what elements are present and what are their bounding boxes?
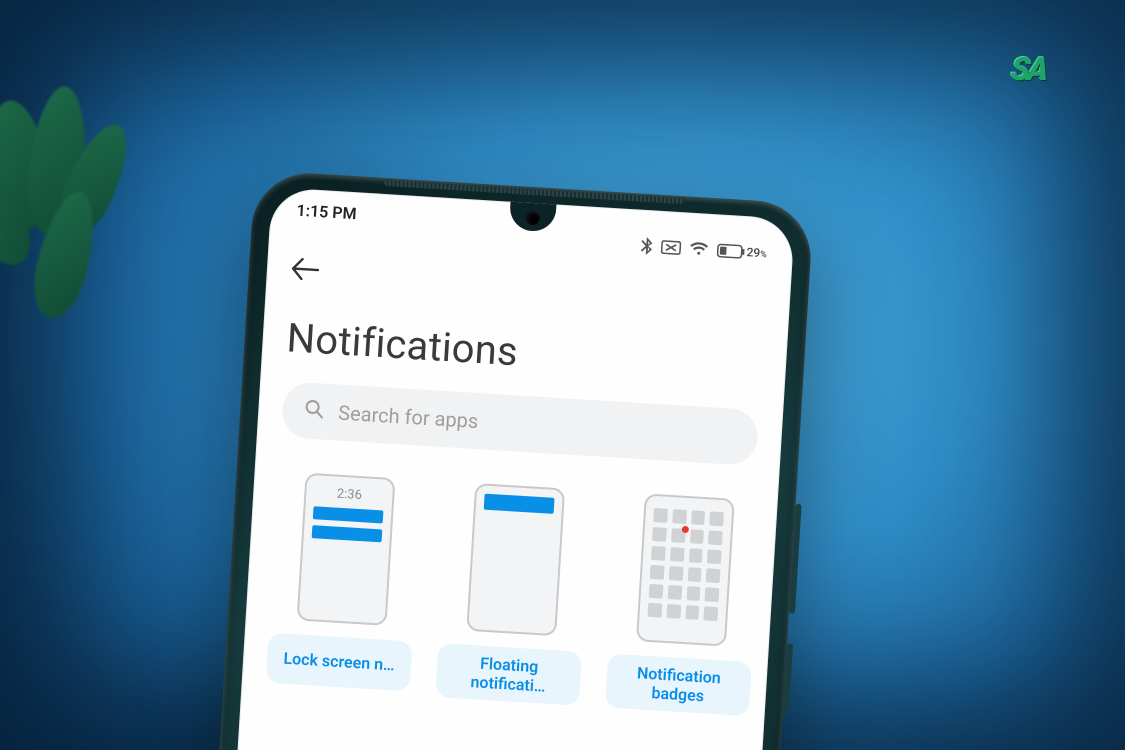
mock-lock-screen: 2:36: [297, 473, 396, 626]
option-floating-notifications[interactable]: Floating notificati…: [435, 481, 592, 706]
option-label: Floating notificati…: [435, 643, 582, 706]
mock-floating: [466, 483, 565, 636]
arrow-left-icon: [290, 257, 319, 281]
search-placeholder: Search for apps: [338, 401, 479, 434]
phone-screen: 1:15 PM 29%: [224, 187, 795, 750]
mock-lock-time: 2:36: [314, 485, 385, 504]
option-label: Lock screen n…: [266, 633, 413, 692]
option-label: Notification badges: [605, 653, 752, 716]
watermark-logo: SA: [1009, 50, 1067, 90]
option-notification-badges[interactable]: Notification badges: [605, 492, 762, 717]
decorative-plant: [0, 90, 190, 330]
scene-background: SA 1:15 PM: [0, 0, 1125, 750]
battery-percent: 29%: [746, 245, 767, 260]
page-title: Notifications: [285, 314, 763, 390]
option-lock-screen-notifications[interactable]: 2:36 Lock screen n…: [265, 471, 422, 696]
mock-badges: [636, 493, 735, 646]
bluetooth-icon: [640, 237, 653, 256]
notification-options-row: 2:36 Lock screen n… Floating notificati…: [265, 471, 753, 716]
wifi-icon: [688, 242, 709, 257]
phone-mockup: 1:15 PM 29%: [205, 170, 814, 750]
battery-icon: 29%: [716, 243, 767, 260]
search-input[interactable]: Search for apps: [281, 381, 760, 466]
search-icon: [304, 398, 325, 423]
back-button[interactable]: [290, 248, 332, 290]
status-time: 1:15 PM: [296, 200, 357, 223]
cast-icon: [660, 240, 681, 255]
